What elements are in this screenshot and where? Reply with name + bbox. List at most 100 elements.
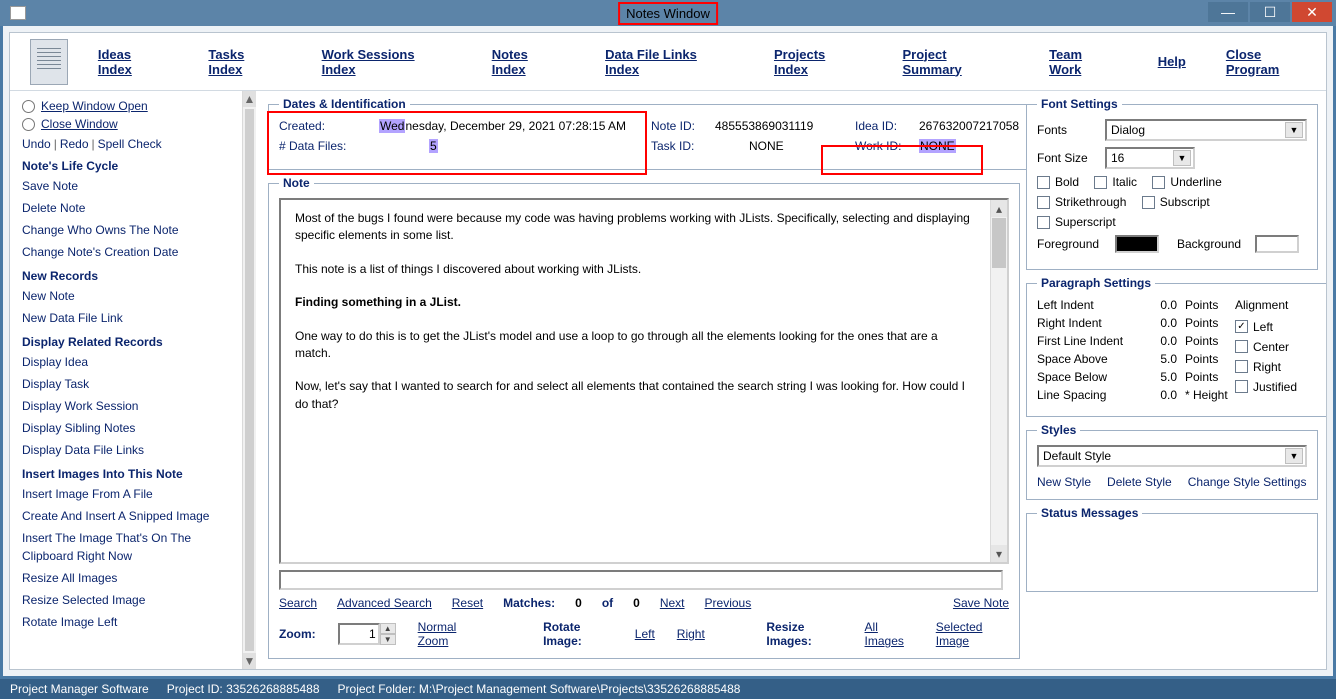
display-dfl-link[interactable]: Display Data File Links — [22, 441, 242, 459]
strike-checkbox[interactable]: Strikethrough — [1037, 195, 1126, 209]
search-link[interactable]: Search — [279, 596, 317, 610]
nav-summary[interactable]: Project Summary — [903, 47, 1010, 77]
change-date-link[interactable]: Change Note's Creation Date — [22, 243, 242, 261]
align-justified-checkbox[interactable]: Justified — [1235, 380, 1297, 394]
resize-selected-link[interactable]: Resize Selected Image — [22, 591, 242, 609]
statusbar: Project Manager Software Project ID: 335… — [0, 679, 1336, 699]
nav-close[interactable]: Close Program — [1226, 47, 1318, 77]
save-note-link[interactable]: Save Note — [22, 177, 242, 195]
dropdown-arrow-icon: ▼ — [1285, 122, 1303, 138]
change-style-link[interactable]: Change Style Settings — [1188, 475, 1307, 489]
display-idea-link[interactable]: Display Idea — [22, 353, 242, 371]
note-textarea[interactable]: Most of the bugs I found were because my… — [281, 200, 990, 562]
maximize-button[interactable]: ☐ — [1250, 2, 1290, 22]
spinner-down-icon[interactable]: ▼ — [380, 634, 396, 645]
nav-help[interactable]: Help — [1158, 54, 1186, 69]
save-note-link-2[interactable]: Save Note — [953, 596, 1009, 610]
style-select[interactable]: Default Style▼ — [1037, 445, 1307, 467]
undo-link[interactable]: Undo — [22, 137, 51, 151]
resize-images-label: Resize Images: — [766, 620, 842, 648]
dropdown-arrow-icon: ▼ — [1173, 150, 1191, 166]
scroll-down-icon[interactable]: ▼ — [243, 653, 256, 669]
taskid-value: NONE — [715, 139, 855, 153]
scroll-thumb[interactable] — [992, 218, 1006, 268]
insert-from-file-link[interactable]: Insert Image From A File — [22, 485, 242, 503]
next-link[interactable]: Next — [660, 596, 685, 610]
note-p3: One way to do this is to get the JList's… — [295, 328, 976, 363]
display-related-head: Display Related Records — [22, 335, 242, 349]
nav-works[interactable]: Work Sessions Index — [322, 47, 452, 77]
datafiles-value: 5 — [379, 139, 651, 153]
new-dfl-link[interactable]: New Data File Link — [22, 309, 242, 327]
fg-swatch[interactable] — [1115, 235, 1159, 253]
display-ws-link[interactable]: Display Work Session — [22, 397, 242, 415]
display-sibling-link[interactable]: Display Sibling Notes — [22, 419, 242, 437]
display-task-link[interactable]: Display Task — [22, 375, 242, 393]
insert-images-head: Insert Images Into This Note — [22, 467, 242, 481]
nav-projects[interactable]: Projects Index — [774, 47, 863, 77]
redo-link[interactable]: Redo — [60, 137, 89, 151]
nav-notes[interactable]: Notes Index — [492, 47, 565, 77]
reset-link[interactable]: Reset — [452, 596, 483, 610]
scroll-up-icon[interactable]: ▲ — [243, 91, 256, 107]
super-checkbox[interactable]: Superscript — [1037, 215, 1116, 229]
sub-checkbox[interactable]: Subscript — [1142, 195, 1210, 209]
change-owner-link[interactable]: Change Who Owns The Note — [22, 221, 242, 239]
top-nav: Ideas Index Tasks Index Work Sessions In… — [10, 33, 1326, 91]
fonts-select[interactable]: Dialog▼ — [1105, 119, 1307, 141]
align-left-checkbox[interactable]: ✓Left — [1235, 320, 1273, 334]
italic-checkbox[interactable]: Italic — [1094, 175, 1137, 189]
delete-note-link[interactable]: Delete Note — [22, 199, 242, 217]
nav-team[interactable]: Team Work — [1049, 47, 1118, 77]
close-window-radio[interactable] — [22, 118, 35, 131]
datafiles-label: # Data Files: — [279, 139, 379, 153]
zoom-input[interactable] — [338, 623, 380, 645]
status-app: Project Manager Software — [10, 682, 149, 696]
app-icon — [10, 6, 26, 20]
workid-value: NONE — [919, 139, 956, 153]
scroll-up-icon[interactable]: ▴ — [991, 200, 1007, 217]
resize-all-link-2[interactable]: All Images — [865, 620, 914, 648]
new-note-link[interactable]: New Note — [22, 287, 242, 305]
note-scrollbar[interactable]: ▴ ▾ — [990, 200, 1007, 562]
underline-checkbox[interactable]: Underline — [1152, 175, 1221, 189]
keep-open-radio[interactable] — [22, 100, 35, 113]
bg-swatch[interactable] — [1255, 235, 1299, 253]
spellcheck-link[interactable]: Spell Check — [98, 137, 162, 151]
noteid-value: 485553869031119 — [715, 119, 855, 133]
normal-zoom-link[interactable]: Normal Zoom — [418, 620, 482, 648]
insert-snipped-link[interactable]: Create And Insert A Snipped Image — [22, 507, 242, 525]
rotate-left-link[interactable]: Rotate Image Left — [22, 613, 242, 631]
bold-checkbox[interactable]: Bold — [1037, 175, 1079, 189]
close-window-label[interactable]: Close Window — [41, 117, 118, 131]
note-legend: Note — [279, 176, 314, 190]
spinner-up-icon[interactable]: ▲ — [380, 623, 396, 634]
scroll-down-icon[interactable]: ▾ — [991, 545, 1007, 562]
scroll-thumb[interactable] — [245, 109, 254, 651]
rotate-left-link-2[interactable]: Left — [635, 627, 655, 641]
align-center-checkbox[interactable]: Center — [1235, 340, 1289, 354]
fontsize-select[interactable]: 16▼ — [1105, 147, 1195, 169]
resize-all-link[interactable]: Resize All Images — [22, 569, 242, 587]
delete-style-link[interactable]: Delete Style — [1107, 475, 1172, 489]
sidebar-scrollbar[interactable]: ▲ ▼ — [242, 91, 256, 669]
align-right-checkbox[interactable]: Right — [1235, 360, 1281, 374]
prev-link[interactable]: Previous — [705, 596, 752, 610]
font-settings-fieldset: Font Settings Fonts Dialog▼ Font Size 16… — [1026, 97, 1318, 270]
styles-legend: Styles — [1037, 423, 1080, 437]
nav-tasks[interactable]: Tasks Index — [208, 47, 281, 77]
search-input[interactable] — [279, 570, 1003, 590]
nav-ideas[interactable]: Ideas Index — [98, 47, 169, 77]
close-button[interactable]: ✕ — [1292, 2, 1332, 22]
zoom-spinner[interactable]: ▲▼ — [338, 623, 396, 645]
adv-search-link[interactable]: Advanced Search — [337, 596, 432, 610]
alignment-label: Alignment — [1235, 298, 1317, 312]
resize-sel-link-2[interactable]: Selected Image — [936, 620, 1009, 648]
nav-datafiles[interactable]: Data File Links Index — [605, 47, 734, 77]
new-style-link[interactable]: New Style — [1037, 475, 1091, 489]
keep-open-label[interactable]: Keep Window Open — [41, 99, 148, 113]
rotate-right-link[interactable]: Right — [677, 627, 705, 641]
minimize-button[interactable]: — — [1208, 2, 1248, 22]
styles-fieldset: Styles Default Style▼ New Style Delete S… — [1026, 423, 1318, 500]
insert-clipboard-link[interactable]: Insert The Image That's On The Clipboard… — [22, 529, 242, 565]
